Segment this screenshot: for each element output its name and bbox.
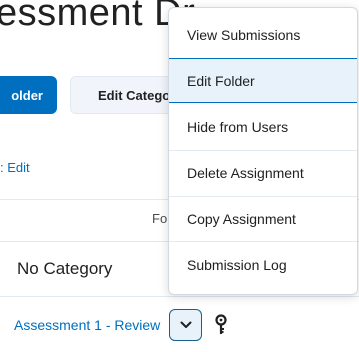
actions-dropdown-menu: View Submissions Edit Folder Hide from U… bbox=[168, 7, 358, 295]
menu-item-view-submissions[interactable]: View Submissions bbox=[169, 12, 357, 57]
bulk-edit-link[interactable]: : Edit bbox=[0, 160, 30, 175]
category-heading: No Category bbox=[17, 259, 113, 278]
menu-item-copy-assignment[interactable]: Copy Assignment bbox=[169, 196, 357, 241]
new-folder-button[interactable]: older bbox=[0, 76, 57, 114]
menu-item-delete-assignment[interactable]: Delete Assignment bbox=[169, 150, 357, 195]
menu-item-hide-from-users[interactable]: Hide from Users bbox=[169, 104, 357, 149]
actions-menu-button[interactable] bbox=[169, 309, 202, 341]
folder-column-header: Fo bbox=[152, 211, 168, 226]
assessment-link[interactable]: Assessment 1 - Review bbox=[14, 317, 160, 333]
menu-item-edit-folder[interactable]: Edit Folder bbox=[169, 58, 357, 103]
key-icon bbox=[215, 314, 227, 334]
page-title: essment Dr bbox=[0, 0, 196, 34]
menu-item-submission-log[interactable]: Submission Log bbox=[169, 242, 357, 287]
chevron-down-icon bbox=[180, 321, 191, 328]
divider bbox=[0, 296, 359, 297]
